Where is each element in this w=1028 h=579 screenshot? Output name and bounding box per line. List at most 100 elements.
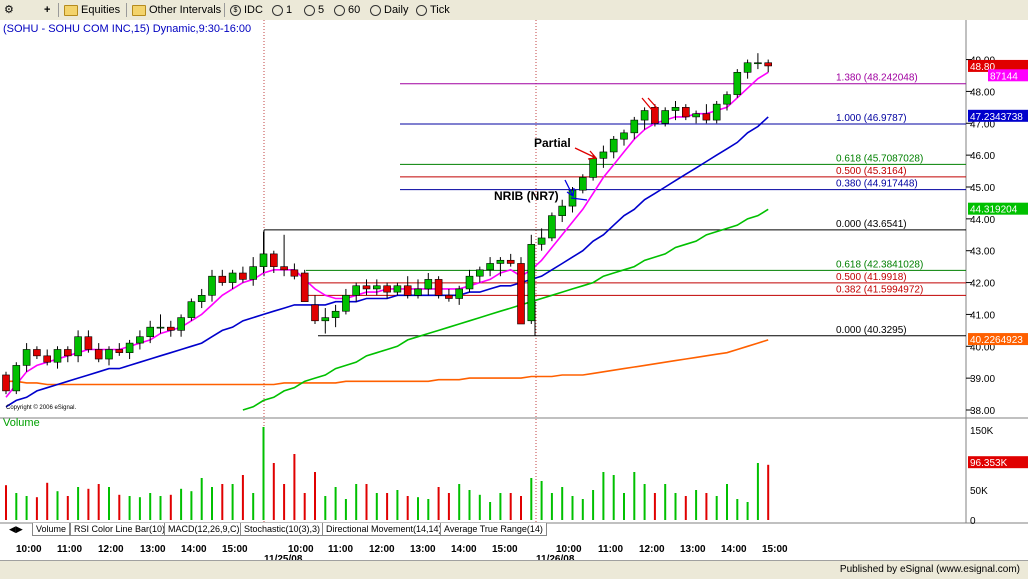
interval-1-button[interactable]: 1 — [272, 2, 292, 18]
tab-rsi[interactable]: RSI Color Line Bar(10) — [70, 523, 170, 536]
volume-bar — [746, 502, 749, 520]
interval-5-button[interactable]: 5 — [304, 2, 324, 18]
candle-body — [311, 304, 319, 322]
volume-bar — [437, 487, 440, 520]
volume-bar — [272, 463, 275, 520]
tab-volume[interactable]: Volume — [32, 523, 71, 536]
candle-body — [733, 72, 742, 95]
volume-bar — [303, 493, 306, 520]
candle-body — [249, 266, 257, 280]
candle-body — [424, 279, 433, 290]
volume-bar — [633, 472, 636, 520]
volume-bar — [190, 491, 193, 520]
candle-body — [280, 266, 288, 271]
time-tick-label: 12:00 — [639, 544, 665, 555]
candle-body — [403, 285, 412, 296]
candlestick — [527, 234, 536, 324]
price-chart[interactable]: 1.380 (48.242048) 1.000 (46.9787) 0.618 (4… — [0, 20, 1028, 560]
interval-60-button[interactable]: 60 — [334, 2, 360, 18]
volume-bar — [169, 494, 172, 520]
time-tick-label: 12:00 — [98, 544, 124, 555]
interval-1-label: 1 — [286, 4, 293, 16]
candle-body — [53, 349, 62, 363]
time-tick-label: 11:00 — [328, 544, 353, 555]
candle-body — [136, 336, 144, 344]
volume-bar — [314, 472, 316, 520]
other-intervals-label: Other Intervals — [149, 4, 222, 16]
tab-directional-movement[interactable]: Directional Movement(14,14) — [322, 523, 446, 536]
volume-bar — [695, 490, 698, 520]
fib-level-label: 0.500 (41.9918) — [836, 272, 907, 283]
candle-body — [362, 285, 371, 290]
candle-body — [218, 275, 227, 283]
candlestick — [548, 212, 556, 242]
candle-body — [115, 349, 124, 353]
volume-bar — [365, 484, 368, 520]
candle-body — [506, 259, 515, 264]
candle-body — [692, 113, 700, 118]
volume-bar — [561, 487, 564, 520]
volume-bar — [674, 493, 677, 520]
fib-level-label: 0.618 (42.3841028) — [836, 259, 923, 270]
clock-icon — [272, 4, 283, 16]
divider — [224, 3, 225, 17]
idc-button[interactable]: $ IDC — [230, 2, 263, 18]
other-intervals-menu[interactable]: Other Intervals — [132, 2, 221, 18]
candle-body — [12, 365, 21, 392]
volume-bar — [87, 488, 90, 520]
candle-body — [640, 110, 649, 121]
volume-bar — [200, 478, 203, 520]
volume-bar — [478, 494, 481, 520]
volume-bar — [35, 497, 38, 520]
time-tick-label: 13:00 — [410, 544, 436, 555]
tab-atr[interactable]: Average True Range(14) — [440, 523, 547, 536]
volume-bar — [344, 499, 347, 520]
tab-stochastic[interactable]: Stochastic(10(3),3) — [240, 523, 325, 536]
price-tick-label: 39.00 — [970, 374, 995, 385]
tab-scroll-left[interactable]: ◀▶ — [6, 523, 26, 535]
volume-bar — [324, 496, 327, 520]
add-icon[interactable]: + — [44, 2, 50, 18]
price-tag-label: 40.2264923 — [970, 335, 1023, 346]
candle-body — [609, 138, 618, 153]
time-tick-label: 13:00 — [680, 544, 706, 555]
clock-icon — [416, 4, 427, 16]
tab-macd[interactable]: MACD(12,26,9,C) — [164, 523, 244, 536]
tick-button[interactable]: Tick — [416, 2, 450, 18]
candle-body — [64, 349, 72, 357]
volume-bar — [262, 427, 265, 520]
price-tick-label: 44.00 — [970, 215, 995, 226]
candle-body — [187, 301, 196, 318]
volume-bar — [108, 487, 110, 520]
candle-body — [342, 295, 350, 312]
volume-bar — [550, 493, 553, 520]
volume-bar — [231, 484, 234, 520]
fib-level-label: 0.000 (43.6541) — [836, 219, 907, 230]
time-tick-label: 13:00 — [140, 544, 166, 555]
equities-menu[interactable]: Equities — [64, 2, 120, 18]
volume-bar — [664, 484, 667, 520]
candle-body — [455, 288, 464, 299]
candle-body — [764, 62, 773, 67]
time-tick-label: 14:00 — [181, 544, 207, 555]
volume-tick-label: 150K — [970, 426, 994, 437]
candle-body — [661, 110, 670, 124]
candle-body — [321, 317, 330, 322]
candle-body — [300, 272, 309, 302]
time-tick-label: 14:00 — [721, 544, 747, 555]
candle-body — [578, 177, 587, 191]
volume-tag-label: 96.353K — [970, 458, 1008, 469]
candlestick — [733, 69, 742, 98]
volume-bar — [427, 499, 430, 520]
candle-body — [33, 349, 41, 357]
candle-body — [393, 285, 402, 293]
daily-button[interactable]: Daily — [370, 2, 408, 18]
volume-bar — [643, 484, 646, 520]
candle-body — [383, 285, 391, 293]
tools-icon[interactable]: ⚙ — [4, 2, 14, 18]
fib-level-label: 0.380 (44.917448) — [836, 179, 918, 190]
candle-body — [269, 253, 278, 267]
volume-bar — [715, 496, 718, 520]
volume-bar — [138, 497, 141, 520]
volume-bar — [252, 493, 255, 520]
